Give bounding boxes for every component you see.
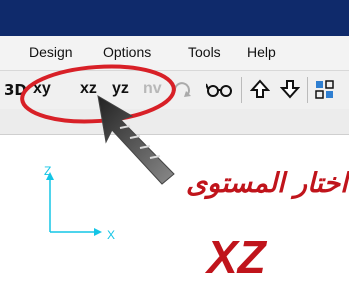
toolbar-separator <box>307 77 308 103</box>
glasses-icon[interactable] <box>205 79 234 104</box>
grid-icon[interactable] <box>314 79 336 106</box>
arrow-up-icon[interactable] <box>249 79 271 104</box>
menu-help[interactable]: Help <box>247 44 276 60</box>
plane-label: XZ <box>207 231 266 283</box>
menu-design[interactable]: Design <box>29 44 73 60</box>
menu-tools[interactable]: Tools <box>188 44 221 60</box>
arrow-down-icon[interactable] <box>279 79 301 104</box>
z-axis-label: Z <box>44 164 52 178</box>
arabic-instruction: اختار المستوى <box>186 168 348 199</box>
menu-options[interactable]: Options <box>103 44 151 60</box>
x-axis-label: X <box>107 228 116 242</box>
pointer-arrow-icon <box>97 95 175 185</box>
toolbar-separator <box>241 77 242 103</box>
title-bar <box>0 0 349 36</box>
